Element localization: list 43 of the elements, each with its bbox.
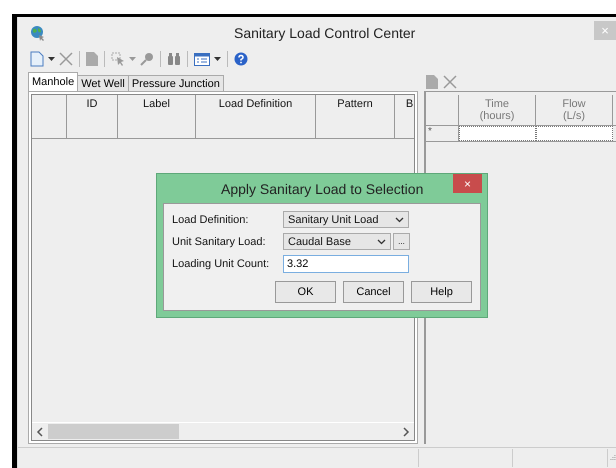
chevron-down-icon bbox=[377, 238, 386, 244]
scroll-right-icon[interactable] bbox=[402, 426, 410, 436]
tab[interactable]: Pressure Junction bbox=[128, 75, 224, 91]
column-header: ID bbox=[67, 95, 118, 138]
new-document-icon[interactable] bbox=[30, 51, 44, 67]
chevron-down-icon bbox=[395, 216, 404, 222]
binoculars-icon[interactable] bbox=[167, 52, 181, 66]
delete-icon[interactable] bbox=[443, 75, 457, 89]
column-header: B bbox=[395, 95, 414, 138]
caret-icon[interactable] bbox=[214, 57, 221, 61]
table-cell[interactable] bbox=[536, 126, 613, 141]
table-cell[interactable] bbox=[459, 126, 536, 141]
tab[interactable]: Manhole bbox=[28, 72, 78, 91]
resize-grip-icon[interactable] bbox=[608, 454, 616, 462]
close-button[interactable]: × bbox=[453, 174, 482, 193]
field-label: Loading Unit Count: bbox=[172, 258, 270, 270]
pin-icon[interactable] bbox=[140, 52, 154, 66]
browse-button[interactable]: ... bbox=[393, 233, 410, 250]
dropdown[interactable]: Sanitary Unit Load bbox=[283, 211, 409, 228]
select-cursor-icon[interactable] bbox=[111, 52, 125, 66]
input-field[interactable]: 3.32 bbox=[283, 254, 409, 272]
dialog-button[interactable]: OK bbox=[275, 281, 336, 303]
column-header: Time (hours) bbox=[459, 95, 536, 125]
dialog-button[interactable]: Help bbox=[411, 281, 472, 303]
caret-icon[interactable] bbox=[48, 57, 55, 61]
field-label: Unit Sanitary Load: bbox=[172, 236, 267, 248]
dialog-title: Apply Sanitary Load to Selection bbox=[221, 180, 424, 196]
dialog-button[interactable]: Cancel bbox=[343, 281, 404, 303]
window-title: Sanitary Load Control Center bbox=[234, 24, 416, 40]
scrollbar-thumb[interactable] bbox=[48, 424, 179, 439]
page-icon[interactable] bbox=[426, 75, 438, 89]
column-header: Load Definition bbox=[196, 95, 316, 138]
help-icon[interactable] bbox=[234, 52, 248, 66]
globe-icon bbox=[30, 24, 46, 40]
page-icon[interactable] bbox=[86, 52, 98, 66]
list-view-icon[interactable] bbox=[194, 52, 210, 66]
field-label: Load Definition: bbox=[172, 214, 250, 226]
column-header: Flow (L/s) bbox=[536, 95, 613, 125]
tab[interactable]: Wet Well bbox=[77, 75, 129, 91]
column-header: Pattern bbox=[316, 95, 395, 138]
column-header: Label bbox=[118, 95, 196, 138]
scroll-left-icon[interactable] bbox=[36, 426, 44, 436]
dropdown[interactable]: Caudal Base bbox=[283, 233, 391, 250]
